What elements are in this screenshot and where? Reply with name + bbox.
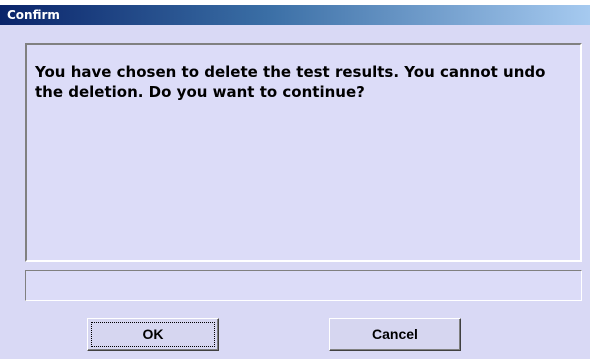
cancel-button[interactable]: Cancel [329,318,461,351]
dialog-titlebar: Confirm [0,5,590,25]
message-panel: You have chosen to delete the test resul… [25,43,582,262]
ok-button[interactable]: OK [87,318,219,351]
dialog-title: Confirm [7,8,60,22]
message-text: You have chosen to delete the test resul… [35,63,546,101]
confirm-dialog: Confirm You have chosen to delete the te… [0,5,590,359]
status-field [25,270,582,301]
